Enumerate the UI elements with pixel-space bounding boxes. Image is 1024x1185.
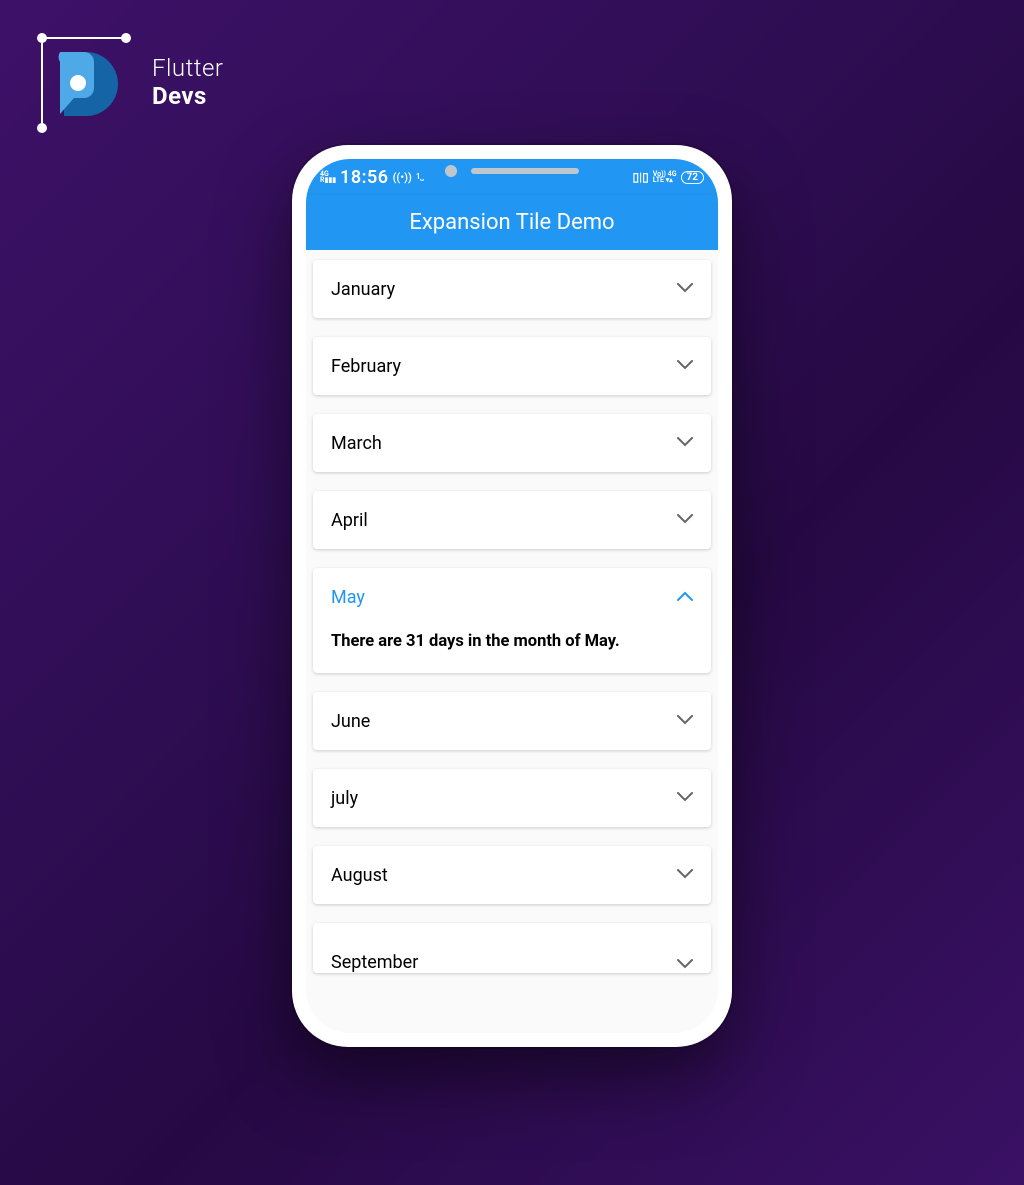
tile-title: February (331, 356, 401, 377)
expansion-tile-may[interactable]: May There are 31 days in the month of Ma… (313, 568, 711, 673)
chevron-down-icon (677, 512, 693, 528)
expansion-tile-august[interactable]: August (313, 846, 711, 904)
lte-icon: Vo)) 4GLTE ▾▴ (653, 171, 677, 184)
tile-title: March (331, 433, 382, 454)
tile-title: july (331, 788, 358, 809)
camera-dot-icon (445, 165, 457, 177)
app-bar-title: Expansion Tile Demo (409, 210, 614, 235)
tile-list[interactable]: January February March (306, 250, 718, 1033)
tile-title: January (331, 279, 395, 300)
tile-content: There are 31 days in the month of May. (313, 626, 711, 673)
expansion-tile-june[interactable]: June (313, 692, 711, 750)
expansion-tile-september[interactable]: September (313, 923, 711, 973)
phone-notch (445, 165, 579, 177)
expansion-tile-january[interactable]: January (313, 260, 711, 318)
chevron-down-icon (677, 281, 693, 297)
brand-logo: Flutter Devs (30, 28, 224, 138)
vibrate-icon: ▯|▯ (632, 170, 648, 184)
chevron-down-icon (677, 957, 693, 973)
phone-frame: 4GR▮▮▮ 18:56 ((•)) 1⎵ ▯|▯ Vo)) 4GLTE ▾▴ … (292, 145, 732, 1047)
logo-text-line1: Flutter (152, 55, 224, 83)
tile-title: May (331, 587, 365, 608)
tile-title: June (331, 711, 370, 732)
expansion-tile-february[interactable]: February (313, 337, 711, 395)
status-time: 18:56 (340, 167, 389, 188)
speaker-pill-icon (471, 168, 579, 174)
expansion-tile-march[interactable]: March (313, 414, 711, 472)
battery-icon: 72 (681, 171, 704, 184)
chevron-down-icon (677, 358, 693, 374)
tile-title: September (331, 952, 418, 973)
sim-icon: 1⎵ (416, 172, 424, 182)
logo-icon (30, 28, 140, 138)
app-bar: Expansion Tile Demo (306, 195, 718, 250)
chevron-up-icon (677, 589, 693, 605)
logo-text-line2: Devs (152, 83, 224, 111)
network-icon: 4GR▮▮▮ (320, 171, 336, 184)
expansion-tile-july[interactable]: july (313, 769, 711, 827)
chevron-down-icon (677, 867, 693, 883)
chevron-down-icon (677, 713, 693, 729)
wifi-icon: ((•)) (393, 171, 412, 184)
chevron-down-icon (677, 435, 693, 451)
tile-title: April (331, 510, 368, 531)
chevron-down-icon (677, 790, 693, 806)
logo-text: Flutter Devs (152, 55, 224, 110)
expansion-tile-april[interactable]: April (313, 491, 711, 549)
tile-title: August (331, 865, 388, 886)
